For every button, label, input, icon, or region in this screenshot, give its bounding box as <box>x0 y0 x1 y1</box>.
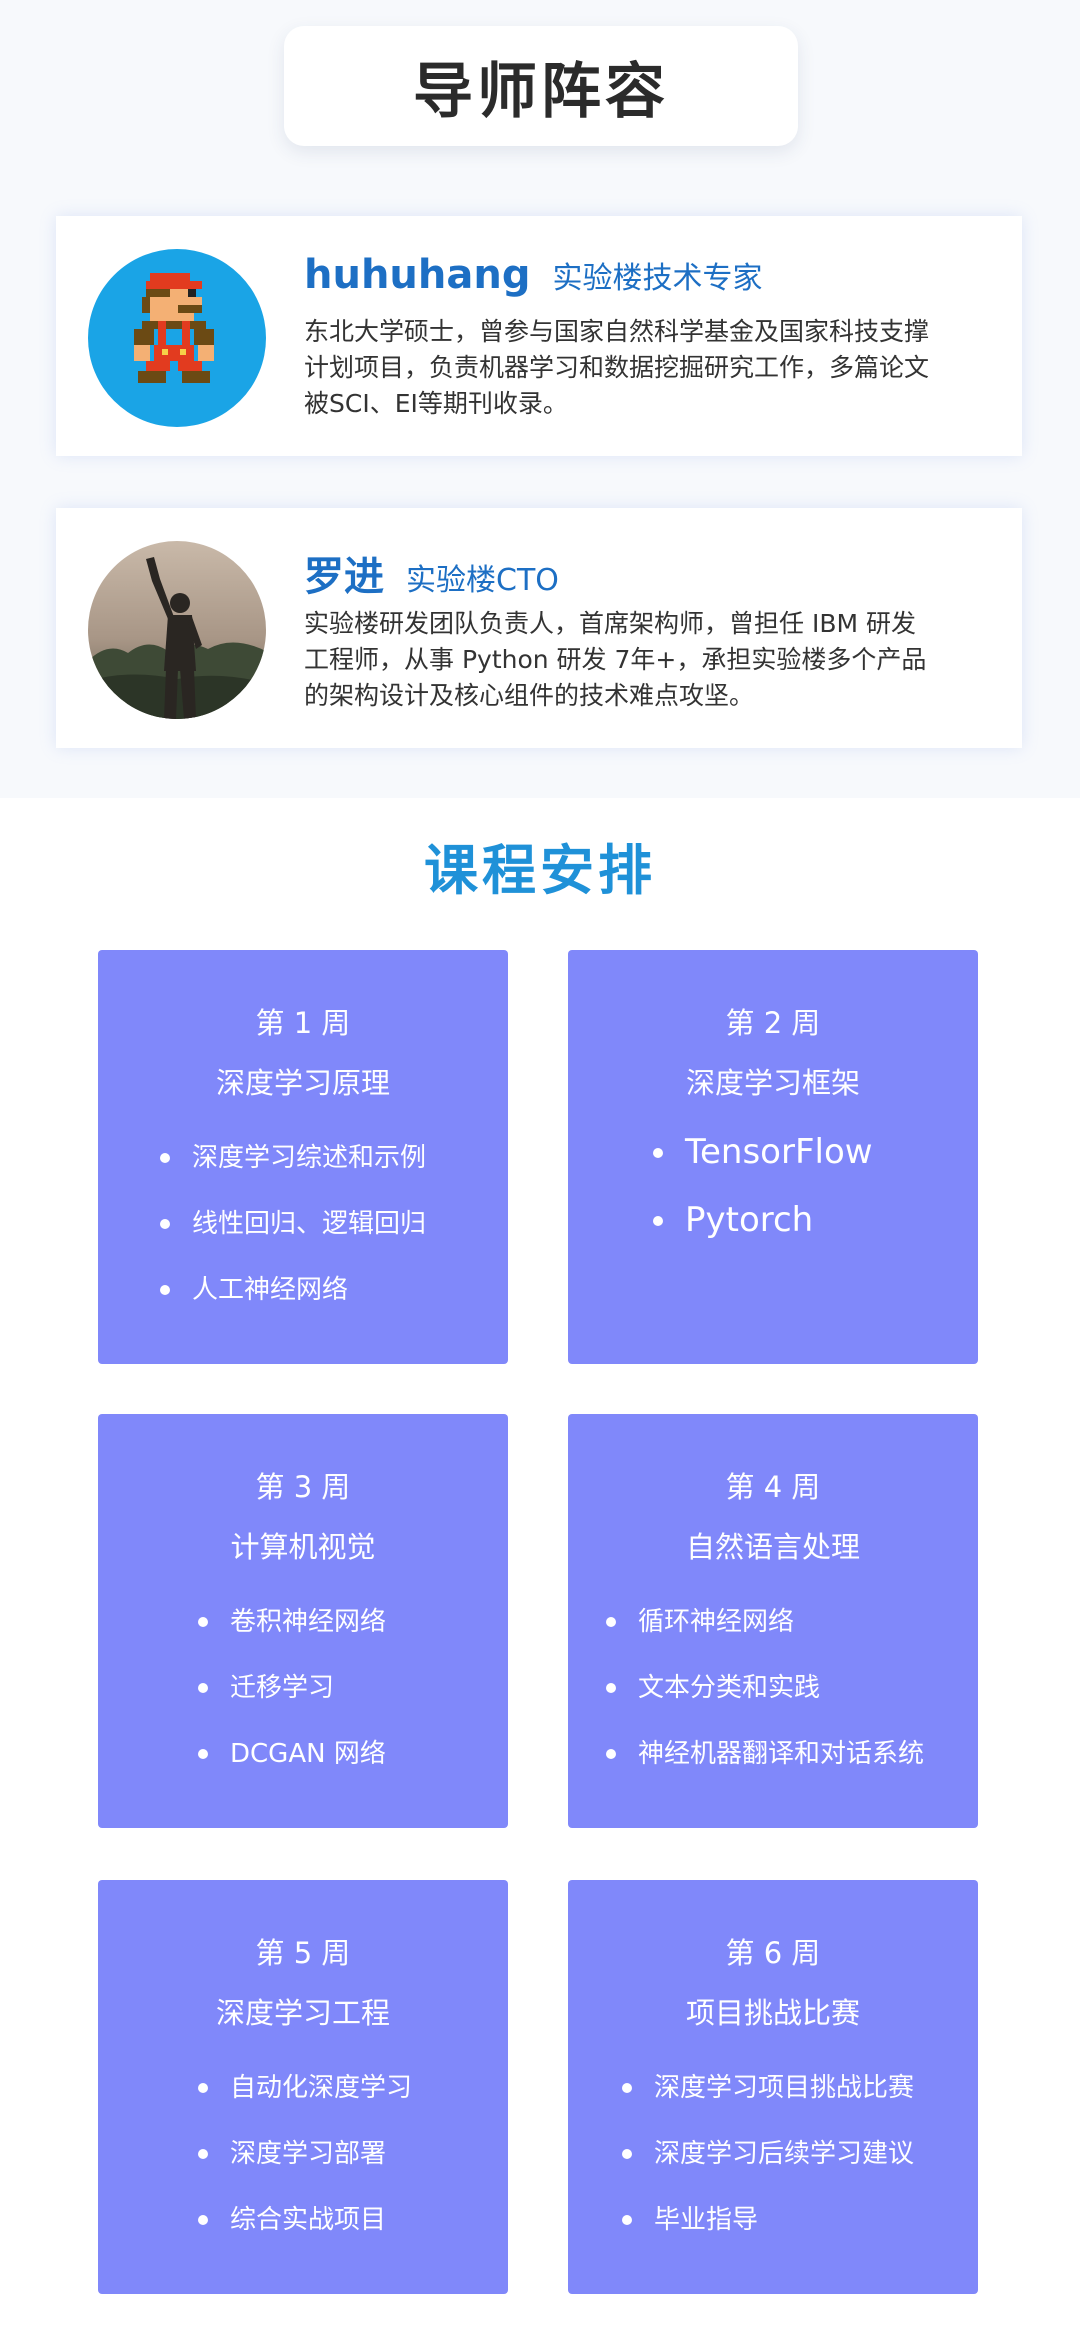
mentor-section-title: 导师阵容 <box>413 56 669 127</box>
week-card-4: 第 4 周 自然语言处理 循环神经网络 文本分类和实践 神经机器翻译和对话系统 <box>568 1414 978 1828</box>
list-item: 神经机器翻译和对话系统 <box>606 1736 924 1802</box>
week-label: 第 4 周 <box>725 1470 821 1504</box>
list-item: 自动化深度学习 <box>198 2070 412 2136</box>
week-label: 第 1 周 <box>255 1006 351 1040</box>
mentor-role: 实验楼CTO <box>406 563 559 598</box>
list-item: 深度学习项目挑战比赛 <box>622 2070 914 2136</box>
list-item: 深度学习综述和示例 <box>160 1140 426 1206</box>
mentor-name: 罗进 <box>304 554 384 600</box>
week-topic-list: 循环神经网络 文本分类和实践 神经机器翻译和对话系统 <box>606 1604 924 1802</box>
list-item: TensorFlow <box>653 1132 873 1200</box>
mentor-name: huhuhang <box>304 252 531 298</box>
list-item: 循环神经网络 <box>606 1604 924 1670</box>
week-topic-list: 深度学习综述和示例 线性回归、逻辑回归 人工神经网络 <box>160 1140 426 1338</box>
list-item: 深度学习部署 <box>198 2136 412 2202</box>
list-item: Pytorch <box>653 1200 873 1268</box>
week-topic-list: 卷积神经网络 迁移学习 DCGAN 网络 <box>198 1604 386 1802</box>
mentor-card-huhuhang: huhuhang 实验楼技术专家 东北大学硕士，曾参与国家自然科学基金及国家科技… <box>56 216 1022 456</box>
list-item: 卷积神经网络 <box>198 1604 386 1670</box>
list-item: DCGAN 网络 <box>198 1736 386 1802</box>
list-item: 文本分类和实践 <box>606 1670 924 1736</box>
week-topic: 计算机视觉 <box>230 1530 376 1564</box>
list-item: 人工神经网络 <box>160 1272 426 1338</box>
mentor-description-line: 被SCI、EI等期刊收录。 <box>304 389 568 418</box>
week-topic-list: 深度学习项目挑战比赛 深度学习后续学习建议 毕业指导 <box>622 2070 914 2268</box>
week-topic: 项目挑战比赛 <box>685 1996 860 2030</box>
week-card-2: 第 2 周 深度学习框架 TensorFlow Pytorch <box>568 950 978 1364</box>
week-topic-list: TensorFlow Pytorch <box>653 1132 873 1268</box>
mentor-description-line: 计划项目，负责机器学习和数据挖掘研究工作，多篇论文 <box>304 353 930 382</box>
list-item: 毕业指导 <box>622 2202 914 2268</box>
mentor-title-card: 导师阵容 <box>284 26 798 146</box>
week-card-1: 第 1 周 深度学习原理 深度学习综述和示例 线性回归、逻辑回归 人工神经网络 <box>98 950 508 1364</box>
avatar <box>88 541 266 719</box>
list-item: 线性回归、逻辑回归 <box>160 1206 426 1272</box>
list-item: 迁移学习 <box>198 1670 386 1736</box>
week-topic: 自然语言处理 <box>685 1530 860 1564</box>
week-topic: 深度学习原理 <box>215 1066 390 1100</box>
schedule-section-title: 课程安排 <box>424 839 656 902</box>
list-item: 深度学习后续学习建议 <box>622 2136 914 2202</box>
week-card-3: 第 3 周 计算机视觉 卷积神经网络 迁移学习 DCGAN 网络 <box>98 1414 508 1828</box>
mentor-description-line: 东北大学硕士，曾参与国家自然科学基金及国家科技支撑 <box>304 317 930 346</box>
week-topic-list: 自动化深度学习 深度学习部署 综合实战项目 <box>198 2070 412 2268</box>
mentor-card-luojin: 罗进 实验楼CTO 实验楼研发团队负责人，首席架构师，曾担任 IBM 研发 工程… <box>56 508 1022 748</box>
week-label: 第 6 周 <box>725 1936 821 1970</box>
week-label: 第 3 周 <box>255 1470 351 1504</box>
mentor-description-line: 实验楼研发团队负责人，首席架构师，曾担任 IBM 研发 <box>304 609 916 638</box>
week-label: 第 2 周 <box>725 1006 821 1040</box>
mentor-section: 导师阵容 huhuhang 实验楼技术专家 东北大学硕士，曾参与国家自然科学基金… <box>0 0 1080 798</box>
mentor-description: 东北大学硕士，曾参与国家自然科学基金及国家科技支撑 计划项目，负责机器学习和数据… <box>304 314 990 422</box>
mentor-description: 实验楼研发团队负责人，首席架构师，曾担任 IBM 研发 工程师，从事 Pytho… <box>304 606 990 714</box>
avatar <box>88 249 266 427</box>
week-card-5: 第 5 周 深度学习工程 自动化深度学习 深度学习部署 综合实战项目 <box>98 1880 508 2294</box>
week-label: 第 5 周 <box>255 1936 351 1970</box>
week-topic: 深度学习工程 <box>215 1996 390 2030</box>
mentor-role: 实验楼技术专家 <box>552 261 763 296</box>
week-topic: 深度学习框架 <box>685 1066 860 1100</box>
mentor-description-line: 的架构设计及核心组件的技术难点攻坚。 <box>304 681 755 710</box>
mentor-description-line: 工程师，从事 Python 研发 7年+，承担实验楼多个产品 <box>304 645 927 674</box>
week-card-6: 第 6 周 项目挑战比赛 深度学习项目挑战比赛 深度学习后续学习建议 毕业指导 <box>568 1880 978 2294</box>
list-item: 综合实战项目 <box>198 2202 412 2268</box>
